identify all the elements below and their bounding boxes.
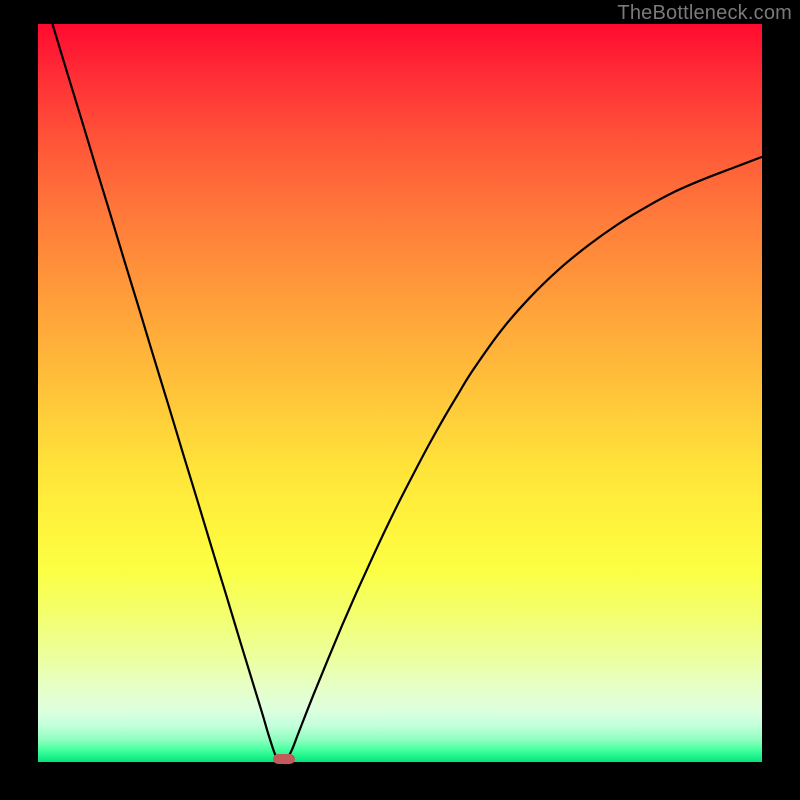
minimum-marker — [273, 754, 295, 764]
bottleneck-curve — [38, 24, 762, 762]
plot-area — [38, 24, 762, 762]
watermark-text: TheBottleneck.com — [617, 2, 792, 25]
chart-frame: TheBottleneck.com — [0, 0, 800, 800]
